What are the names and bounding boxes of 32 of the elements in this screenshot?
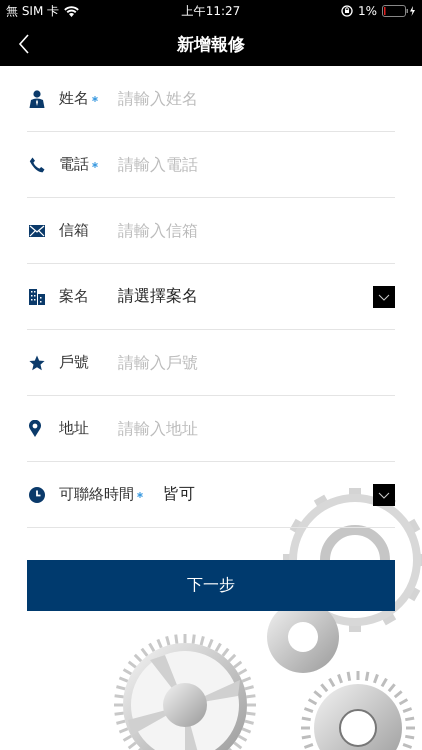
page-title: 新增報修 <box>177 34 245 56</box>
orientation-lock-icon <box>340 5 353 17</box>
next-step-button[interactable]: 下一步 <box>27 560 395 611</box>
envelope-icon <box>29 224 45 236</box>
field-label: 電話 <box>59 155 89 174</box>
person-icon <box>29 90 45 108</box>
field-label: 地址 <box>59 419 89 438</box>
input-field[interactable]: 請輸入戶號 <box>118 353 395 372</box>
wifi-icon <box>64 6 80 16</box>
dropdown-field[interactable]: 請選擇案名 <box>118 286 395 308</box>
clock-time: 上午11:27 <box>182 2 240 20</box>
back-icon[interactable] <box>18 34 30 54</box>
input-field[interactable]: 請輸入地址 <box>118 419 395 438</box>
building-icon <box>29 288 45 304</box>
dropdown-field[interactable]: 皆可 <box>163 484 395 506</box>
phone-icon <box>29 156 45 172</box>
input-field[interactable]: 請輸入電話 <box>118 155 395 174</box>
input-field[interactable]: 請輸入信箱 <box>118 221 395 240</box>
field-label: 姓名 <box>59 89 89 108</box>
carrier-text: 無 SIM 卡 <box>6 2 60 20</box>
field-label: 案名 <box>59 287 89 306</box>
field-label: 可聯絡時間 <box>59 485 134 504</box>
chevron-down-icon <box>373 286 395 308</box>
chevron-down-icon <box>373 484 395 506</box>
star-icon <box>29 354 45 370</box>
clock-icon <box>29 486 45 502</box>
field-label: 戶號 <box>59 353 89 372</box>
battery-icon <box>382 5 416 17</box>
input-field[interactable]: 請輸入姓名 <box>118 89 395 108</box>
field-label: 信箱 <box>59 221 89 240</box>
battery-percent: 1% <box>358 4 377 18</box>
location-pin-icon <box>29 420 41 437</box>
